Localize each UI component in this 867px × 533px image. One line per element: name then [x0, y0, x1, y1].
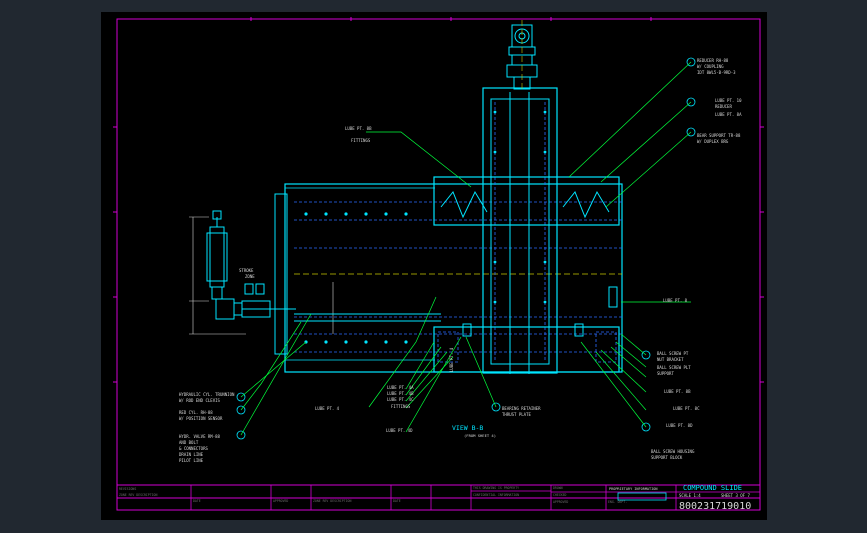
- title-block-sheet: SHEET 3 OF 7: [721, 493, 750, 498]
- svg-text:APPROVED: APPROVED: [273, 499, 288, 503]
- label-reducer-rh88: REDUCER RH-88: [697, 58, 729, 63]
- callout-labels: LUBE PT. 8B FITTINGS REDUCER RH-88 W/ CO…: [179, 58, 742, 463]
- svg-text:THIS DRAWING IS PROPERTY: THIS DRAWING IS PROPERTY: [473, 486, 519, 490]
- label-rod-clevis: W/ ROD END CLEVIS: [179, 398, 221, 403]
- label-lube-8b-r: LUBE PT. 8B: [664, 389, 691, 394]
- svg-text:ZONE REV DESCRIPTION: ZONE REV DESCRIPTION: [313, 499, 351, 503]
- section-title: VIEW B-B: [452, 424, 483, 432]
- label-position-sensor: W/ POSITION SENSOR: [179, 416, 223, 421]
- label-connectors: & CONNECTORS: [179, 446, 208, 451]
- label-coupling: W/ COUPLING: [697, 64, 724, 69]
- title-block-title: COMPOUND SLIDE: [683, 484, 742, 492]
- label-ballscrew-pt: BALL SCREW PT: [657, 351, 689, 356]
- svg-text:ZONE REV DESCRIPTION: ZONE REV DESCRIPTION: [119, 493, 157, 497]
- hydraulic-cylinder: [206, 210, 296, 320]
- label-ballscrew-plt: BALL SCREW PLT: [657, 365, 691, 370]
- label-lube-4a: LUBE PT. 4A: [387, 385, 414, 390]
- label-lube-8b: LUBE PT. 8B: [345, 126, 372, 131]
- label-lube-4d: LUBE PT. 4D: [386, 428, 413, 433]
- label-reducer: REDUCER: [715, 104, 732, 109]
- label-nut-bracket: NUT BRACKET: [657, 357, 684, 362]
- label-lube-8: LUBE PT. 8: [663, 298, 688, 303]
- vertical-column: [433, 87, 620, 374]
- svg-text:DATE: DATE: [393, 499, 401, 503]
- label-red-cyl: RED CYL. RH-88: [179, 410, 213, 415]
- label-pilot-line: PILOT LINE: [179, 458, 204, 463]
- drawing-number: 800231719010: [679, 501, 751, 512]
- label-bs-housing: BALL SCREW HOUSING: [651, 449, 695, 454]
- label-bear-support: BEAR SUPPORT TR-88: [697, 133, 741, 138]
- label-lube-10: LUBE PT. 10: [715, 98, 742, 103]
- label-thrust-plate: THRUST PLATE: [502, 412, 531, 417]
- title-block-sub: PROPRIETARY INFORMATION: [609, 487, 657, 491]
- leader-lines: [240, 61, 692, 436]
- svg-text:ENG. DEPT.: ENG. DEPT.: [608, 500, 627, 504]
- top-motor: [506, 20, 538, 92]
- dim-stroke-label: STROKE: [239, 268, 254, 273]
- svg-text:CHECKED: CHECKED: [553, 493, 567, 497]
- svg-text:CONFIDENTIAL INFORMATION: CONFIDENTIAL INFORMATION: [473, 493, 519, 497]
- label-lube-4b: LUBE PT. 4B: [387, 391, 414, 396]
- dim-zone-label: ZONE: [245, 274, 255, 279]
- drawing-canvas: COMPOUND SLIDE PROPRIETARY INFORMATION S…: [101, 12, 767, 520]
- label-lube-4-vertical: LUBE PT. 4: [449, 347, 454, 372]
- label-drain-line: DRAIN LINE: [179, 452, 204, 457]
- svg-text:APPROVED: APPROVED: [553, 500, 568, 504]
- svg-text:REVISIONS: REVISIONS: [119, 487, 136, 491]
- label-lube-8d: LUBE PT. 8D: [666, 423, 693, 428]
- label-fittings-top: FITTINGS: [351, 138, 371, 143]
- section-subtitle: (FROM SHEET 4): [464, 433, 496, 438]
- label-hyd-trunnion: HYDRAULIC CYL. TRUNNION: [179, 392, 235, 397]
- label-lube-4c: LUBE PT. 4C: [387, 397, 414, 402]
- label-and-bolt: AND BOLT: [179, 440, 199, 445]
- title-block-scale: SCALE 1:4: [679, 493, 701, 498]
- label-lube-8c: LUBE PT. 8C: [673, 406, 700, 411]
- label-lube-4-left: LUBE PT. 4: [315, 406, 340, 411]
- callout-bubbles: [236, 57, 696, 440]
- label-bearing-retainer: BEARING RETAINER: [502, 406, 541, 411]
- svg-text:DATE: DATE: [193, 499, 201, 503]
- label-support-block: SUPPORT BLOCK: [651, 455, 683, 460]
- label-fittings-mid: FITTINGS: [391, 404, 411, 409]
- label-support: SUPPORT: [657, 371, 674, 376]
- label-idt: IDT 8WL5-B-9RD-3: [697, 70, 736, 75]
- horizontal-slide: [274, 183, 623, 373]
- label-duplex-brg: W/ DUPLEX BRG: [697, 139, 729, 144]
- svg-text:DRAWN: DRAWN: [553, 486, 563, 490]
- label-hyd-valve: HYDR. VALVE RM-88: [179, 434, 221, 439]
- cylinder-dimension: [189, 216, 334, 335]
- label-lube-8a: LUBE PT. 8A: [715, 112, 742, 117]
